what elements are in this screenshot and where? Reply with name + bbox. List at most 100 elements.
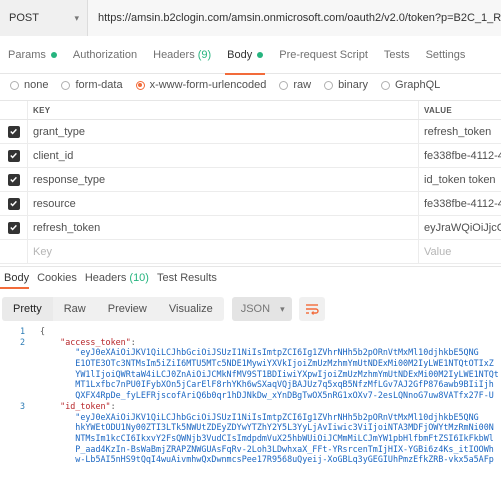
tab-headers[interactable]: Headers (9) [145, 36, 219, 74]
json-string: E1OTE3OTc3NTMsIm5iZiI6MTU5MTc5NDE1MywiYX… [75, 358, 494, 369]
json-string: P_aad4KzIn-BsWaBmjZRAPZNWGUAsFqRv-2Loh3L… [75, 443, 494, 454]
radio-none[interactable]: none [10, 79, 48, 91]
wrap-lines-icon [305, 304, 319, 315]
header-check-cell [0, 101, 28, 119]
request-tabs: Params Authorization Headers (9) Body Pr… [0, 36, 501, 75]
json-string: YW1lIjoiQWRtaW4iLCJ0ZnAiOiJCMkNfMV9ST1BD… [75, 368, 499, 379]
json-key: "access_token" [60, 336, 131, 347]
row-check-cell [0, 144, 28, 167]
radio-circle-icon [61, 80, 71, 90]
checkbox[interactable] [7, 221, 20, 234]
code-line: MT1Lxfbc7nPU0IFybXOn5jCarElF8rhYKh6wSXaq… [0, 379, 501, 390]
radio-label: raw [293, 79, 312, 91]
json-string: hkYWEtODU1Ny00ZTI3LTk5NWUtZDEyZDYwYTZhY2… [75, 422, 494, 433]
tab-label: Cookies [37, 271, 77, 284]
tab-cookies[interactable]: Cookies [33, 267, 81, 289]
new-value-input[interactable]: Value [419, 240, 501, 263]
format-select[interactable]: JSON ▾ [231, 297, 292, 321]
line-number: 1 [19, 326, 25, 336]
tab-label: Test Results [156, 271, 217, 284]
key-cell[interactable]: grant_type [28, 120, 419, 143]
line-number: 3 [19, 400, 25, 411]
code-line: 3 "id_token": [0, 401, 501, 412]
tab-response-headers[interactable]: Headers (10) [81, 267, 153, 289]
code-text: { [40, 326, 46, 336]
tab-response-body[interactable]: Body [0, 267, 33, 289]
tab-count: (9) [197, 48, 212, 61]
url-input[interactable]: https://amsin.b2clogin.com/amsin.onmicro… [88, 0, 501, 36]
json-string: "eyJ0eXAiOiJKV1QiLCJhbGciOiJSUzI1NiIsImt… [75, 411, 479, 422]
value-cell[interactable]: refresh_token [419, 120, 501, 143]
checkbox[interactable] [7, 197, 20, 210]
table-row: response_type id_token token [0, 168, 501, 192]
code-line: E1OTE3OTc3NTMsIm5iZiI6MTU5MTc5NDE1MywiYX… [0, 358, 501, 369]
table-row: resource fe338fbe-4112-43 [0, 192, 501, 216]
checkbox[interactable] [7, 173, 20, 186]
code-line: 2 "access_token": [0, 337, 501, 348]
tab-tests[interactable]: Tests [376, 36, 418, 74]
code-line: QXFX4RpDe_fyLEFRjscofAriQ6b0qr1hDJNkDw_x… [0, 390, 501, 401]
active-dot-icon [257, 51, 264, 58]
view-pretty-button[interactable]: Pretty [2, 297, 53, 321]
radio-circle-icon [381, 80, 391, 90]
code-line: w-Lb5AI5nHS9tQqI4wuAivmhwQxDwnmcsPee17R9… [0, 454, 501, 465]
checkbox[interactable] [7, 125, 20, 138]
radio-graphql[interactable]: GraphQL [381, 79, 440, 91]
tab-params[interactable]: Params [0, 36, 65, 74]
row-check-cell [0, 120, 28, 143]
json-string: NTMsIm1kcCI6IkxvY2FsQWNjb3VudCIsImdpdmVu… [75, 432, 494, 443]
row-check-cell [0, 240, 28, 263]
tab-label: Tests [383, 48, 410, 61]
tab-authorization[interactable]: Authorization [65, 36, 145, 74]
key-cell[interactable]: client_id [28, 144, 419, 167]
tab-test-results[interactable]: Test Results [153, 267, 221, 289]
response-tabs: Body Cookies Headers (10) Test Results [0, 266, 501, 289]
radio-binary[interactable]: binary [324, 79, 368, 91]
method-select[interactable]: POST ▾ [0, 0, 88, 36]
value-cell[interactable]: fe338fbe-4112-43 [419, 144, 501, 167]
header-value: VALUE [424, 105, 453, 115]
json-string: QXFX4RpDe_fyLEFRjscofAriQ6b0qr1hDJNkDw_x… [75, 390, 494, 401]
wrap-lines-button[interactable] [298, 297, 325, 321]
key-cell[interactable]: resource [28, 192, 419, 215]
row-check-cell [0, 192, 28, 215]
params-table: KEY VALUE grant_type refresh_token clien… [0, 100, 501, 266]
tab-label: Headers [153, 48, 195, 61]
view-preview-button[interactable]: Preview [96, 297, 158, 321]
tab-pre-request-script[interactable]: Pre-request Script [271, 36, 376, 74]
radio-label: none [24, 79, 49, 91]
tab-label: Authorization [72, 48, 138, 61]
active-dot-icon [50, 51, 57, 58]
tab-label: Pre-request Script [279, 48, 368, 61]
code-line: YW1lIjoiQWRtaW4iLCJ0ZnAiOiJCMkNfMV9ST1BD… [0, 369, 501, 380]
tab-label: Settings [425, 48, 466, 61]
table-header: KEY VALUE [0, 100, 501, 120]
new-key-input[interactable]: Key [28, 240, 419, 263]
radio-form-data[interactable]: form-data [61, 79, 123, 91]
chevron-down-icon: ▾ [74, 12, 79, 23]
header-key: KEY [28, 101, 419, 119]
radio-x-www-form-urlencoded[interactable]: x-www-form-urlencoded [135, 79, 266, 91]
key-cell[interactable]: refresh_token [28, 216, 419, 239]
json-string: "eyJ0eXAiOiJKV1QiLCJhbGciOiJSUzI1NiIsImt… [75, 347, 479, 358]
body-type-selector: none form-data x-www-form-urlencoded raw… [0, 74, 501, 96]
json-string: w-Lb5AI5nHS9tQqI4wuAivmhwQxDwnmcsPee17R9… [75, 454, 494, 465]
key-cell[interactable]: response_type [28, 168, 419, 191]
code-line: "eyJ0eXAiOiJKV1QiLCJhbGciOiJSUzI1NiIsImt… [0, 412, 501, 423]
checkbox[interactable] [7, 149, 20, 162]
code-line: hkYWEtODU1Ny00ZTI3LTk5NWUtZDEyZDYwYTZhY2… [0, 422, 501, 433]
tab-settings[interactable]: Settings [418, 36, 474, 74]
format-label: JSON [240, 303, 271, 315]
radio-circle-icon [324, 80, 334, 90]
table-row: client_id fe338fbe-4112-43 [0, 144, 501, 168]
value-cell[interactable]: eyJraWQiOiJjcGltV [419, 216, 501, 239]
view-visualize-button[interactable]: Visualize [157, 297, 224, 321]
value-cell[interactable]: fe338fbe-4112-43 [419, 192, 501, 215]
response-code-view[interactable]: 1 { 2 "access_token": "eyJ0eXAiOiJKV1QiL… [0, 326, 501, 487]
code-line: 1 { [0, 326, 501, 337]
value-cell[interactable]: id_token token [419, 168, 501, 191]
tab-label: Body [227, 48, 253, 61]
tab-body[interactable]: Body [219, 36, 271, 75]
radio-raw[interactable]: raw [279, 79, 311, 91]
view-raw-button[interactable]: Raw [52, 297, 97, 321]
